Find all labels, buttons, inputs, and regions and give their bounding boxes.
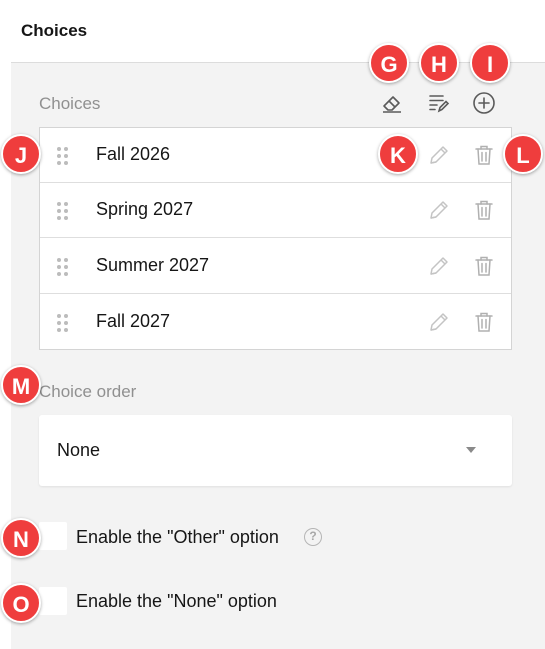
- none-option-checkbox[interactable]: [39, 587, 67, 615]
- trash-icon[interactable]: [471, 252, 497, 280]
- other-option-checkbox[interactable]: [39, 522, 67, 550]
- annotation-badge-h: H: [419, 43, 459, 83]
- choice-order-select[interactable]: None: [39, 415, 512, 486]
- trash-icon[interactable]: [471, 196, 497, 224]
- choices-section-label: Choices: [39, 94, 101, 113]
- annotation-badge-n: N: [1, 518, 41, 558]
- none-option-label[interactable]: Enable the "None" option: [76, 591, 277, 612]
- help-icon[interactable]: ?: [304, 528, 322, 546]
- pencil-icon[interactable]: [426, 141, 452, 169]
- annotation-badge-g: G: [369, 43, 409, 83]
- annotation-badge-i: I: [470, 43, 510, 83]
- choice-row: Summer 2027: [40, 239, 511, 294]
- choice-label[interactable]: Spring 2027: [96, 199, 193, 220]
- annotation-badge-l: L: [503, 134, 543, 174]
- choice-order-value: None: [57, 440, 101, 460]
- choice-row: Fall 2026: [40, 128, 511, 183]
- other-option-label[interactable]: Enable the "Other" option: [76, 527, 279, 548]
- annotation-badge-o: O: [1, 583, 41, 623]
- chevron-down-icon: [466, 447, 476, 453]
- choice-label[interactable]: Fall 2027: [96, 311, 170, 332]
- header: Choices: [0, 0, 545, 62]
- eraser-icon[interactable]: [378, 89, 406, 117]
- choice-label[interactable]: Summer 2027: [96, 255, 209, 276]
- choices-list: Fall 2026 Spring 2027 Summer 2027 Fall 2…: [39, 127, 512, 350]
- header-title: Choices: [21, 21, 88, 40]
- drag-handle-icon[interactable]: [56, 146, 70, 166]
- choice-order-label: Choice order: [39, 382, 137, 401]
- annotation-badge-m: M: [1, 365, 41, 405]
- annotation-badge-k: K: [378, 134, 418, 174]
- pencil-icon[interactable]: [426, 252, 452, 280]
- edit-list-icon[interactable]: [424, 89, 452, 117]
- choice-row: Fall 2027: [40, 295, 511, 350]
- drag-handle-icon[interactable]: [56, 257, 70, 277]
- drag-handle-icon[interactable]: [56, 201, 70, 221]
- pencil-icon[interactable]: [426, 196, 452, 224]
- plus-circle-icon[interactable]: [470, 89, 498, 117]
- choice-row: Spring 2027: [40, 183, 511, 238]
- trash-icon[interactable]: [471, 308, 497, 336]
- trash-icon[interactable]: [471, 141, 497, 169]
- annotation-badge-j: J: [1, 134, 41, 174]
- pencil-icon[interactable]: [426, 308, 452, 336]
- drag-handle-icon[interactable]: [56, 313, 70, 333]
- choice-label[interactable]: Fall 2026: [96, 144, 170, 165]
